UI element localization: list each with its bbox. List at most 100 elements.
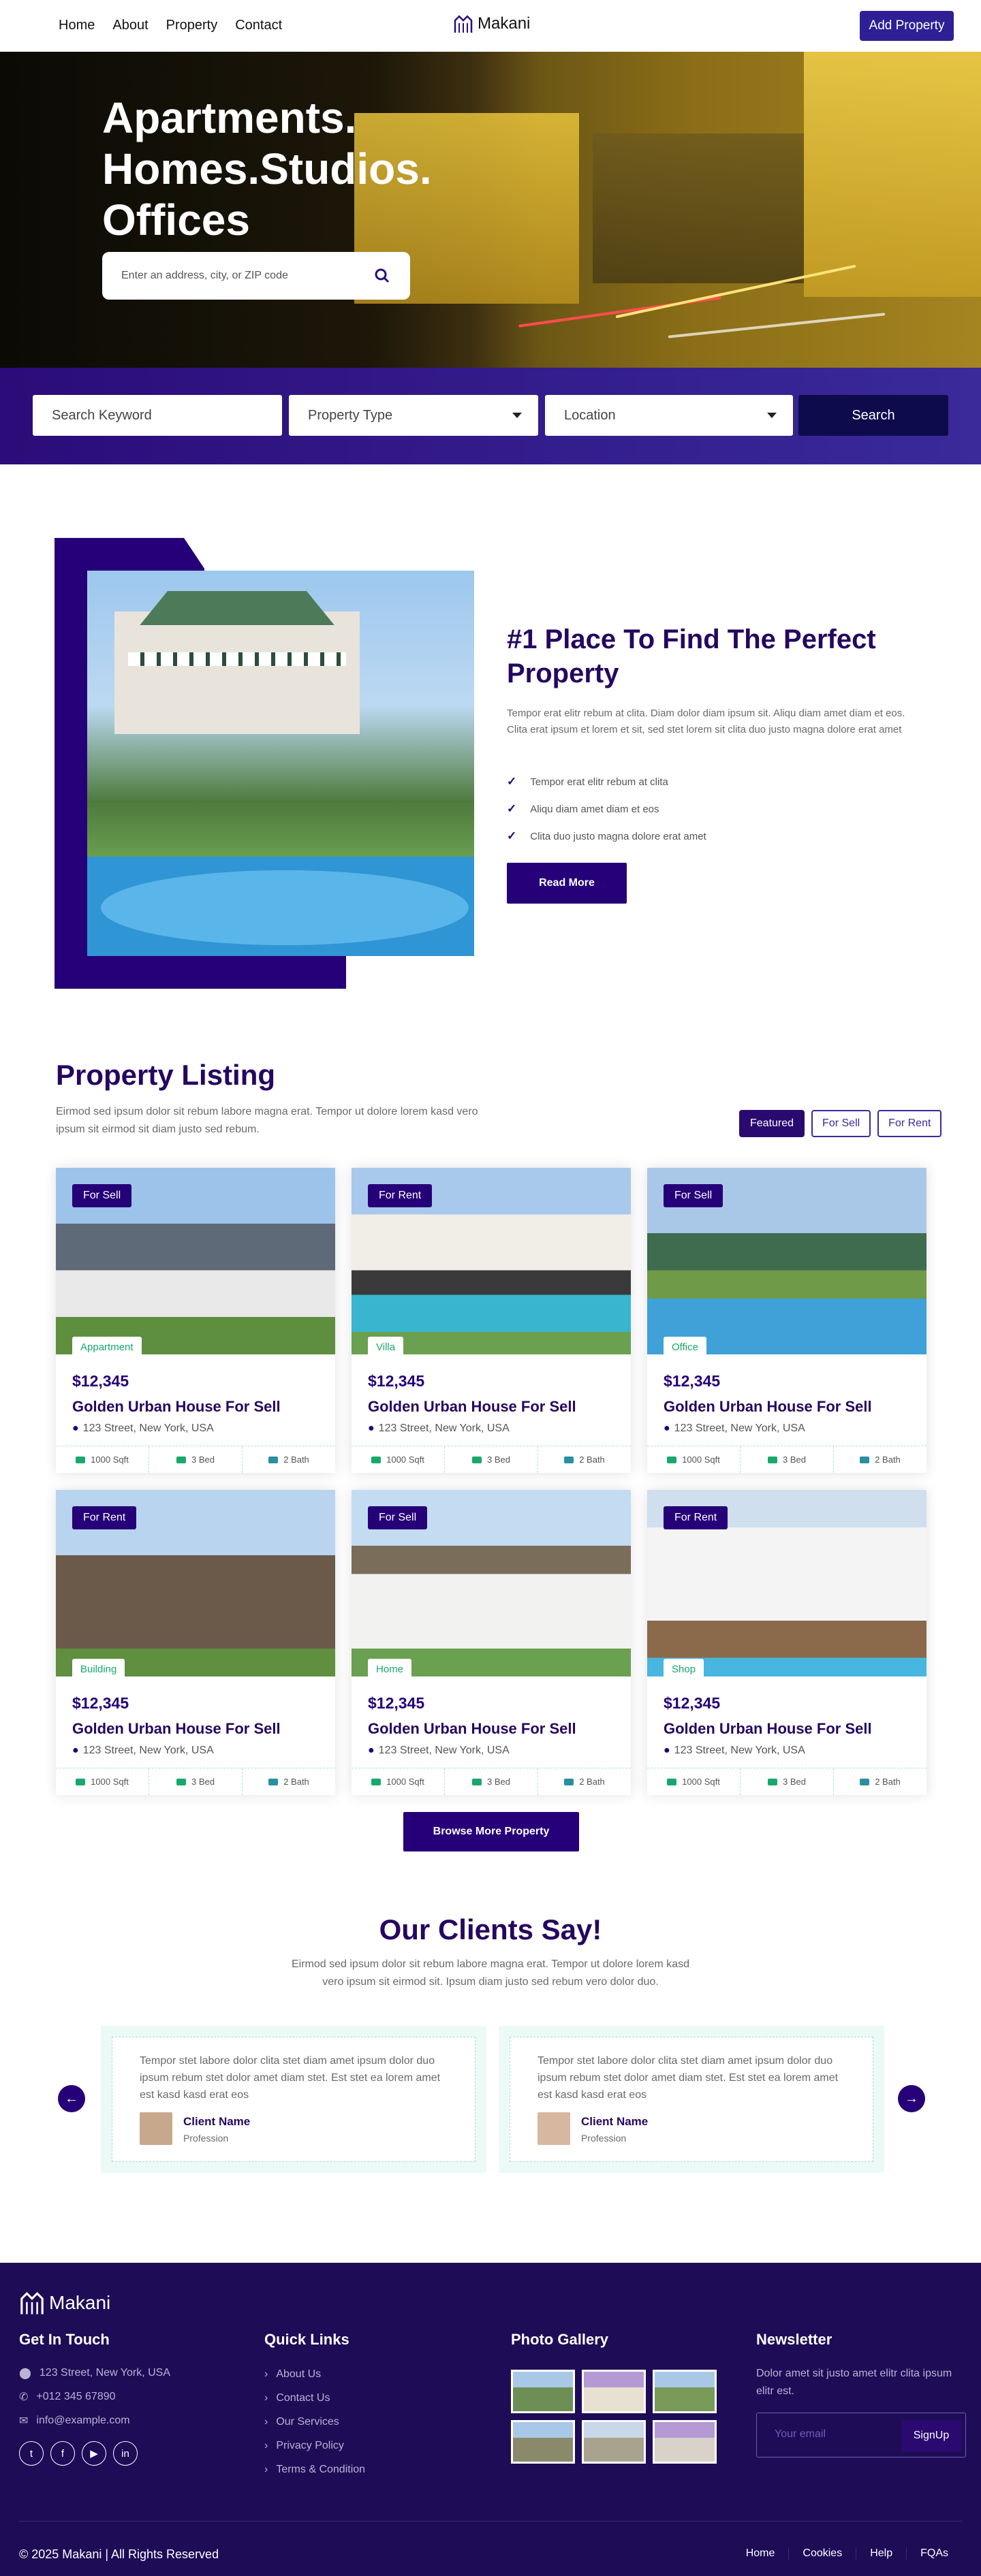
about-text: Tempor erat elitr rebum at clita. Diam d… (507, 707, 905, 735)
property-meta: 1000 Sqft 3 Bed 2 Bath (352, 1768, 631, 1795)
gallery-image[interactable] (511, 2370, 575, 2413)
linkedin-icon[interactable]: in (113, 2441, 138, 2466)
testimonial-quote: Tempor stet labore dolor clita stet diam… (140, 2055, 441, 2101)
chevron-down-icon (767, 413, 777, 418)
listing-tabs: Featured For Sell For Rent (739, 1110, 942, 1137)
add-property-button[interactable]: Add Property (860, 11, 954, 41)
meta-sqft: 1000 Sqft (56, 1768, 149, 1795)
property-address: ● 123 Street, New York, USA (72, 1422, 214, 1435)
search-icon[interactable] (373, 267, 391, 285)
footer-link-text: Contact Us (276, 2392, 330, 2404)
tab-for-rent[interactable]: For Rent (877, 1110, 942, 1137)
hero-title-line: Offices (102, 195, 250, 244)
footer-link-privacy[interactable]: › Privacy Policy (264, 2440, 344, 2452)
meta-sqft-text: 1000 Sqft (682, 1454, 720, 1465)
youtube-icon[interactable]: ▶ (82, 2441, 106, 2466)
listing-subtitle: Eirmod sed ipsum dolor sit rebum labore … (56, 1106, 478, 1135)
tab-featured[interactable]: Featured (739, 1110, 805, 1137)
property-card[interactable]: For Sell Office $12,345 Golden Urban House … (647, 1168, 926, 1473)
property-price: $12,345 (368, 1372, 425, 1390)
hero-search-input[interactable]: Enter an address, city, or ZIP code (102, 252, 410, 300)
meta-sqft: 1000 Sqft (352, 1446, 445, 1473)
chevron-right-icon: › (264, 2392, 268, 2404)
arrow-right-icon: → (905, 2090, 918, 2106)
property-name[interactable]: Golden Urban House For Sell (72, 1398, 281, 1416)
testimonials-title: Our Clients Say! (379, 1913, 602, 1945)
signup-button[interactable]: SignUp (901, 2420, 961, 2451)
property-price: $12,345 (72, 1372, 129, 1390)
footer-bottom-link-cookies[interactable]: Cookies (788, 2547, 856, 2560)
footer-bottom-link-fqas[interactable]: FQAs (906, 2547, 962, 2560)
nav-link-property[interactable]: Property (166, 18, 218, 33)
bed-icon (472, 1456, 482, 1463)
read-more-button[interactable]: Read More (507, 863, 627, 904)
property-meta: 1000 Sqft 3 Bed 2 Bath (56, 1446, 335, 1473)
bath-icon (268, 1456, 279, 1463)
gallery-image[interactable] (653, 2420, 717, 2464)
gallery-image[interactable] (511, 2420, 575, 2464)
top-navbar: Home About Property Contact Makani Add P… (0, 0, 981, 52)
twitter-icon[interactable]: t (19, 2441, 44, 2466)
property-card[interactable]: For Rent Shop $12,345 Golden Urban House Fo… (647, 1490, 926, 1795)
property-card[interactable]: For Rent Building $12,345 Golden Urban Hous… (56, 1490, 335, 1795)
property-meta: 1000 Sqft 3 Bed 2 Bath (647, 1768, 926, 1795)
phone-icon: ✆ (19, 2391, 29, 2403)
client-profession: Profession (581, 2133, 627, 2144)
footer-link-services[interactable]: › Our Services (264, 2416, 339, 2428)
bath-icon (860, 1456, 870, 1463)
nav-link-about[interactable]: About (112, 18, 148, 33)
property-type-badge: Home (368, 1659, 412, 1679)
chevron-right-icon: › (264, 2368, 268, 2380)
check-icon: ✓ (507, 775, 517, 788)
footer-brand-name: Makani (49, 2292, 111, 2313)
property-address-text: 123 Street, New York, USA (378, 1422, 510, 1434)
property-name[interactable]: Golden Urban House For Sell (72, 1720, 281, 1738)
property-type-value: Property Type (308, 407, 393, 423)
footer-bottom-links: Home Cookies Help FQAs (732, 2547, 962, 2560)
bed-icon (176, 1778, 186, 1785)
tab-for-sell[interactable]: For Sell (811, 1110, 871, 1137)
facebook-icon[interactable]: f (50, 2441, 75, 2466)
brand-logo[interactable]: Makani (453, 14, 530, 34)
footer-brand[interactable]: Makani (19, 2290, 110, 2316)
keyword-input[interactable]: Search Keyword (33, 395, 282, 436)
hero-title-line: Apartments. (102, 93, 357, 142)
location-select[interactable]: Location (545, 395, 793, 436)
footer-bottom-link-home[interactable]: Home (732, 2547, 789, 2560)
bath-icon (564, 1456, 574, 1463)
property-name[interactable]: Golden Urban House For Sell (664, 1720, 872, 1738)
next-arrow-button[interactable]: → (898, 2085, 925, 2112)
hero-building-image (593, 133, 804, 283)
footer-bottom-link-help[interactable]: Help (856, 2547, 906, 2560)
gallery-image[interactable] (582, 2420, 646, 2464)
property-card[interactable]: For Rent Villa $12,345 Golden Urban House F… (352, 1168, 631, 1473)
search-button[interactable]: Search (798, 395, 948, 436)
gallery-image[interactable] (653, 2370, 717, 2413)
checklist-text: Aliqu diam amet diam et eos (530, 803, 659, 815)
property-name[interactable]: Golden Urban House For Sell (664, 1398, 872, 1416)
nav-link-contact[interactable]: Contact (235, 18, 282, 33)
footer-link-contact[interactable]: › Contact Us (264, 2392, 330, 2404)
browse-more-button[interactable]: Browse More Property (403, 1812, 579, 1851)
footer-link-text: Terms & Condition (276, 2464, 366, 2475)
meta-bath-text: 2 Bath (875, 1454, 901, 1465)
gallery-image[interactable] (582, 2370, 646, 2413)
checklist-item: ✓ Tempor erat elitr rebum at clita (507, 768, 706, 795)
footer-phone: ✆ +012 345 67890 (19, 2390, 116, 2404)
property-type-select[interactable]: Property Type (289, 395, 538, 436)
property-card[interactable]: For Sell Appartment $12,345 Golden Urban Ho… (56, 1168, 335, 1473)
nav-link-home[interactable]: Home (59, 18, 95, 33)
newsletter-email-input[interactable]: Your email (775, 2428, 826, 2440)
footer-link-terms[interactable]: › Terms & Condition (264, 2464, 365, 2476)
property-name[interactable]: Golden Urban House For Sell (368, 1398, 576, 1416)
property-card[interactable]: For Sell Home $12,345 Golden Urban House Fo… (352, 1490, 631, 1795)
property-price: $12,345 (368, 1694, 425, 1712)
map-pin-icon: ● (664, 1745, 670, 1756)
status-badge: For Sell (664, 1184, 723, 1207)
prev-arrow-button[interactable]: ← (58, 2085, 85, 2112)
check-icon: ✓ (507, 802, 517, 815)
property-name[interactable]: Golden Urban House For Sell (368, 1720, 576, 1738)
about-title: #1 Place To Find The Perfect Property (507, 624, 876, 688)
footer-link-about[interactable]: › About Us (264, 2368, 321, 2381)
property-address: ● 123 Street, New York, USA (368, 1422, 510, 1435)
